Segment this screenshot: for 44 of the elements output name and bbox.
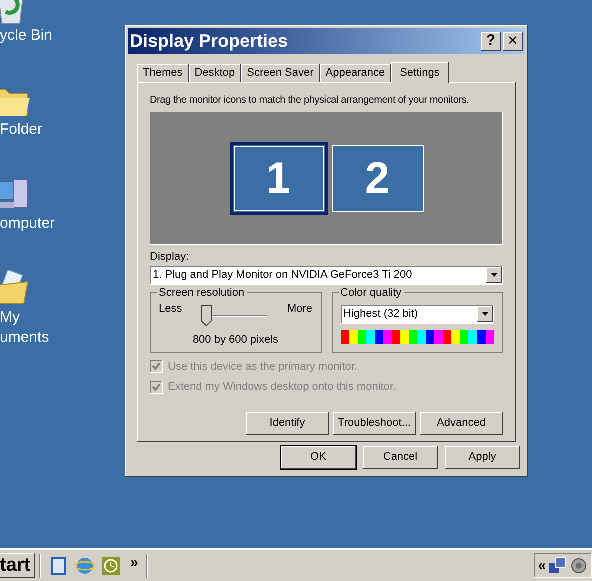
slider-thumb[interactable] bbox=[201, 304, 212, 326]
color-quality-dropdown[interactable]: Highest (32 bit) bbox=[340, 304, 494, 324]
more-label: More bbox=[287, 302, 312, 316]
down-arrow-icon bbox=[490, 273, 498, 277]
network-icon[interactable] bbox=[548, 556, 568, 574]
dropdown-arrow-button[interactable] bbox=[477, 306, 493, 322]
dialog-button[interactable]: Apply bbox=[445, 446, 520, 469]
down-arrow-icon bbox=[482, 312, 488, 316]
tab[interactable]: Themes bbox=[137, 64, 189, 82]
desktop-icon-label[interactable]: My uments bbox=[0, 308, 50, 348]
checkmark-icon bbox=[152, 362, 161, 372]
speaker-icon[interactable] bbox=[570, 556, 588, 574]
checkbox-label: Use this device as the primary monitor. bbox=[168, 360, 358, 374]
monitor-tile[interactable]: 1 bbox=[230, 142, 328, 215]
display-label: Display: bbox=[150, 250, 190, 265]
tab[interactable]: Settings bbox=[391, 62, 449, 83]
checkmark-icon bbox=[152, 382, 161, 392]
help-button[interactable]: ? bbox=[481, 32, 501, 50]
panel-button[interactable]: Advanced bbox=[420, 412, 503, 434]
panel-button[interactable]: Troubleshoot... bbox=[333, 412, 416, 434]
slider-track[interactable] bbox=[201, 304, 267, 326]
checkbox-label: Extend my Windows desktop onto this monitor. bbox=[168, 380, 396, 395]
tab[interactable]: Screen Saver bbox=[241, 64, 320, 82]
notepad-icon[interactable] bbox=[48, 556, 69, 576]
tab[interactable]: Appearance bbox=[320, 64, 392, 82]
panel-button[interactable]: Identify bbox=[246, 412, 329, 434]
start-button[interactable]: tart bbox=[0, 553, 35, 578]
quick-launch-chevron[interactable]: » bbox=[130, 552, 138, 573]
tab[interactable]: Desktop bbox=[188, 64, 242, 82]
clock-icon[interactable] bbox=[100, 556, 121, 576]
dropdown-arrow-button[interactable] bbox=[486, 267, 502, 283]
dialog-button[interactable]: OK bbox=[281, 446, 356, 469]
display-dropdown[interactable]: 1. Plug and Play Monitor on NVIDIA GeForce3 Ti 200 bbox=[150, 266, 503, 284]
instruction-text: Drag the monitor icons to match the physical arrangement of your monitors. bbox=[150, 94, 470, 108]
close-button[interactable]: × bbox=[503, 32, 523, 50]
desktop-icon-label[interactable]: omputer bbox=[0, 214, 56, 234]
window-title: Display Properties bbox=[130, 30, 290, 53]
tray-chevron[interactable]: « bbox=[538, 555, 546, 576]
resolution-reading: 800 by 600 pixels bbox=[192, 333, 280, 348]
desktop-icon-label[interactable]: ycle Bin bbox=[0, 26, 53, 46]
less-label: Less bbox=[159, 302, 182, 316]
desktop-icon-label[interactable]: Folder bbox=[0, 120, 43, 140]
monitor-tile[interactable]: 2 bbox=[332, 145, 424, 212]
dialog-button[interactable]: Cancel bbox=[363, 446, 438, 469]
